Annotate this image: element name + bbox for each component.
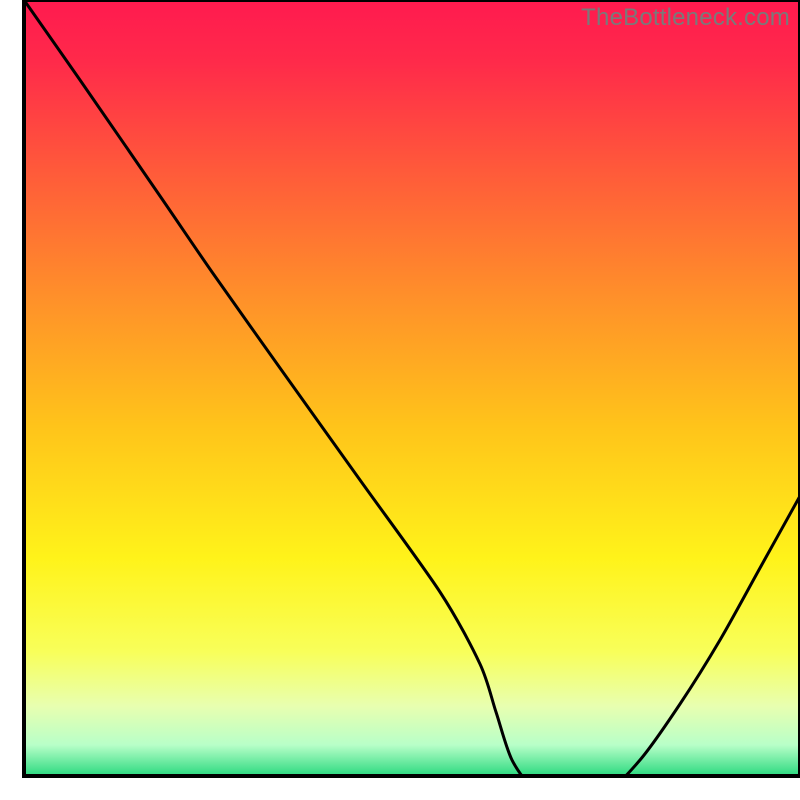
gradient-background (24, 0, 800, 776)
bottleneck-plot (0, 0, 800, 800)
optimum-marker (510, 784, 547, 800)
watermark-text: TheBottleneck.com (581, 4, 790, 32)
